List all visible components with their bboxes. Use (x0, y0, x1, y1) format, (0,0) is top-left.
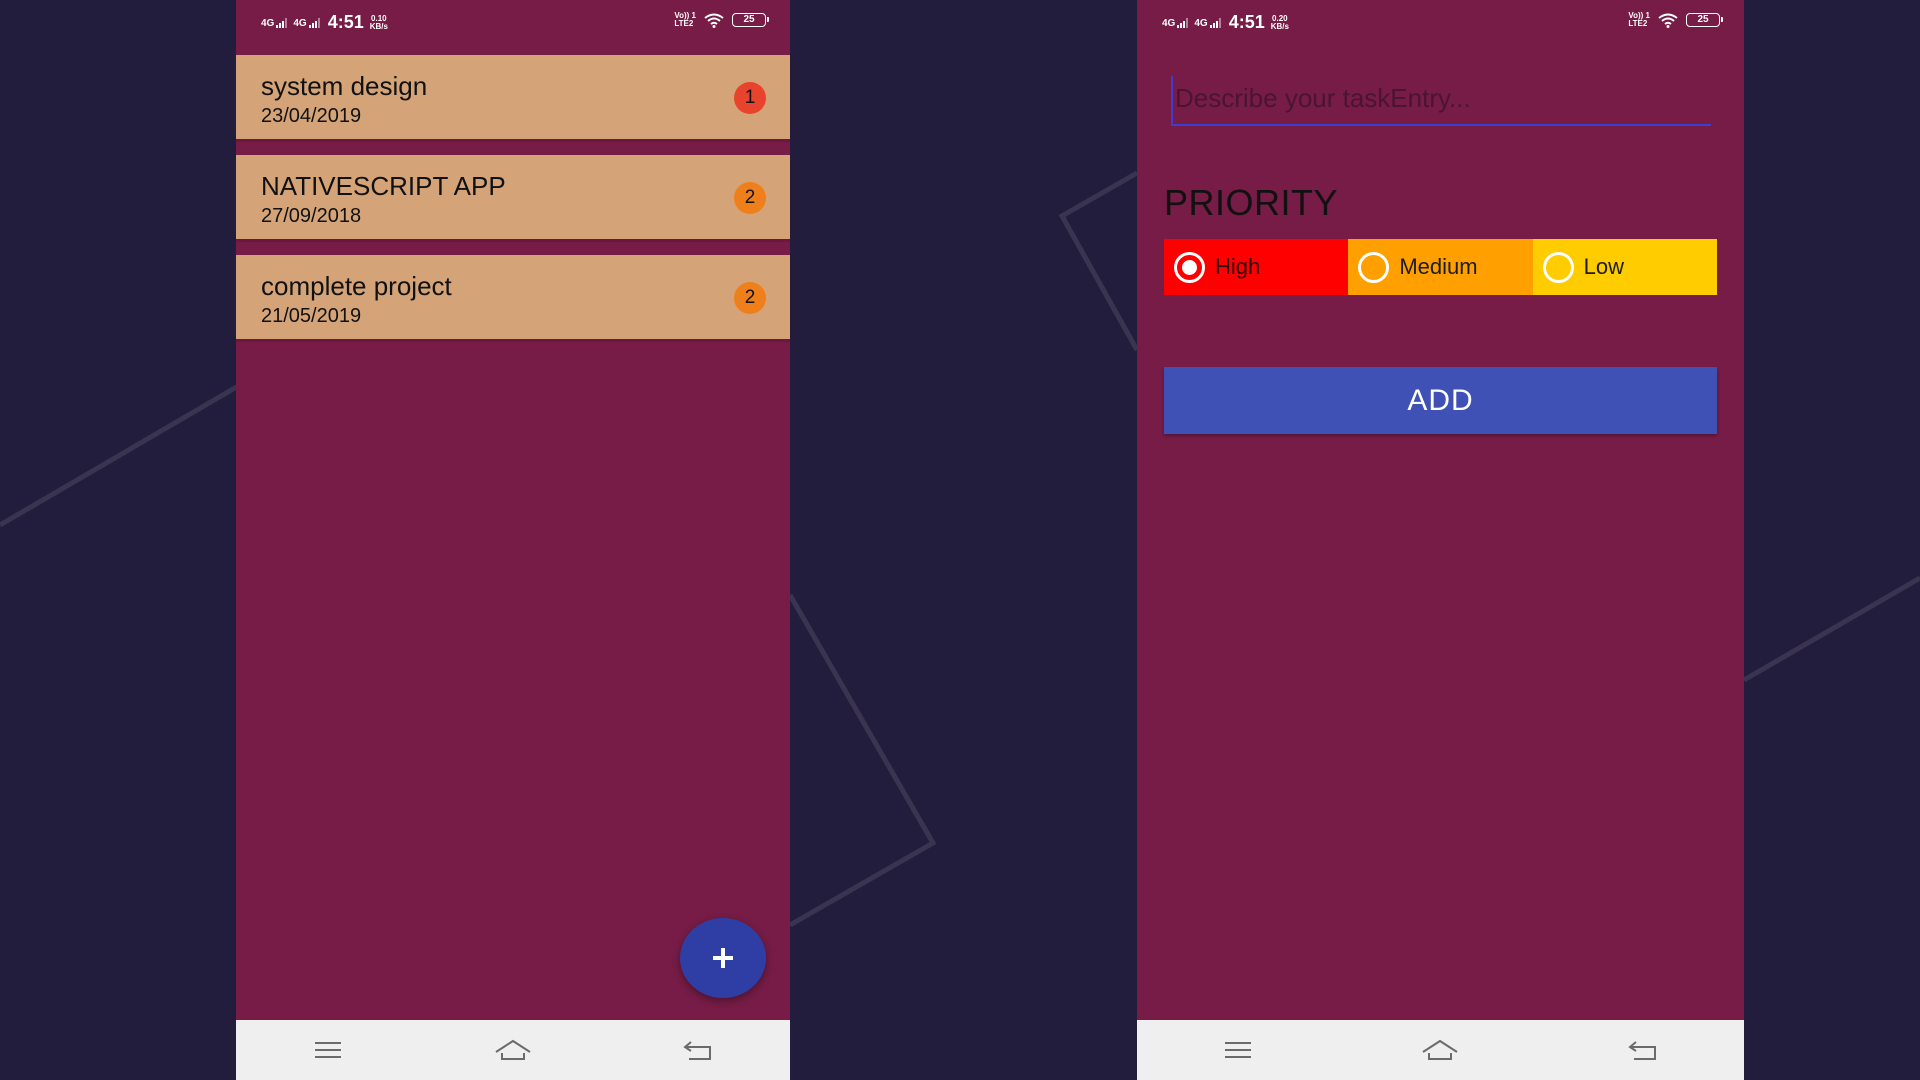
task-name: NATIVESCRIPT APP (261, 171, 506, 201)
radio-checked-icon (1174, 251, 1205, 283)
data-speed: 0.20 KB/s (1270, 14, 1289, 31)
task-description-input[interactable] (1171, 76, 1711, 126)
task-date: 27/09/2018 (261, 205, 362, 227)
priority-option-low[interactable]: Low (1532, 239, 1717, 295)
signal-icon: 4G (293, 17, 320, 29)
priority-label: High (1215, 254, 1261, 279)
lte-label: LTE2 (1628, 19, 1648, 28)
priority-option-high[interactable]: High (1164, 239, 1349, 295)
priority-heading: PRIORITY (1164, 182, 1339, 223)
back-button[interactable] (668, 1030, 728, 1070)
menu-button[interactable] (1208, 1030, 1268, 1070)
battery-icon: 25 (732, 13, 769, 27)
priority-badge: 2 (734, 282, 766, 314)
wifi-icon (704, 13, 724, 28)
home-button[interactable] (483, 1030, 543, 1070)
network-label: 4G (293, 17, 307, 29)
clock: 4:51 (1228, 12, 1265, 32)
menu-icon (315, 1042, 342, 1058)
task-date: 23/04/2019 (261, 105, 362, 127)
lte-label: LTE2 (674, 19, 694, 28)
priority-selector: High Medium Low (1164, 239, 1717, 295)
add-task-button[interactable] (680, 918, 766, 998)
radio-unchecked-icon (1358, 251, 1390, 283)
task-item[interactable]: NATIVESCRIPT APP 27/09/2018 2 (236, 155, 790, 239)
menu-button[interactable] (298, 1030, 358, 1070)
task-item[interactable]: system design 23/04/2019 1 (236, 55, 790, 139)
battery-icon: 25 (1686, 13, 1723, 27)
radio-unchecked-icon (1542, 251, 1574, 283)
priority-option-medium[interactable]: Medium (1348, 239, 1533, 295)
wifi-icon (1658, 13, 1678, 28)
status-bar: 4G 4G 4:51 0.20 KB/s Vo)) 1 LTE2 25 (1137, 0, 1744, 44)
clock: 4:51 (327, 12, 364, 32)
menu-icon (1225, 1042, 1252, 1058)
priority-label: Medium (1399, 254, 1478, 279)
priority-badge: 1 (734, 82, 766, 114)
list-divider (236, 139, 790, 142)
data-speed: 0.10 KB/s (369, 14, 388, 31)
system-nav-bar (1137, 1020, 1744, 1080)
task-list-screen: 4G 4G 4:51 0.10 KB/s Vo)) 1 LTE2 25 syst… (236, 0, 790, 1080)
speed-unit: KB/s (1270, 21, 1289, 31)
back-icon (1628, 1041, 1656, 1060)
home-button[interactable] (1410, 1030, 1470, 1070)
signal-icon: 4G (1194, 17, 1221, 29)
status-bar: 4G 4G 4:51 0.10 KB/s Vo)) 1 LTE2 25 (236, 0, 790, 44)
home-icon (1422, 1039, 1459, 1060)
task-name: complete project (261, 271, 452, 301)
priority-label: Low (1583, 254, 1625, 279)
back-icon (682, 1041, 711, 1060)
task-date: 21/05/2019 (261, 305, 362, 327)
add-button[interactable]: ADD (1164, 367, 1717, 434)
network-label: 4G (1162, 17, 1176, 29)
signal-icon: 4G (261, 17, 288, 29)
task-name: system design (261, 71, 428, 101)
network-label: 4G (1194, 17, 1208, 29)
volte-indicator: Vo)) 1 LTE2 (674, 12, 696, 28)
list-divider (236, 239, 790, 242)
volte-indicator: Vo)) 1 LTE2 (1628, 12, 1650, 28)
plus-icon (713, 948, 733, 968)
list-divider (236, 339, 790, 342)
task-item[interactable]: complete project 21/05/2019 2 (236, 255, 790, 339)
home-icon (495, 1039, 531, 1060)
speed-unit: KB/s (369, 21, 388, 31)
priority-badge: 2 (734, 182, 766, 214)
back-button[interactable] (1613, 1030, 1673, 1070)
system-nav-bar (236, 1020, 790, 1080)
task-entry-screen: 4G 4G 4:51 0.20 KB/s Vo)) 1 LTE2 25 Desc… (1137, 0, 1744, 1080)
network-label: 4G (261, 17, 275, 29)
signal-icon: 4G (1162, 17, 1189, 29)
